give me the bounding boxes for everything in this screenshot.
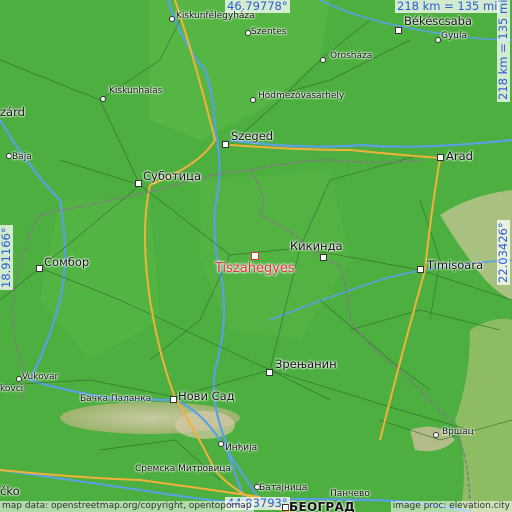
city-marker (266, 369, 273, 376)
attribution-map-data: map data: openstreetmap.org/copyright, o… (0, 501, 254, 512)
city-label-kikinda: Кикинда (290, 239, 343, 253)
city-marker (100, 96, 106, 102)
city-marker (433, 432, 439, 438)
city-marker (135, 180, 142, 187)
city-marker (250, 97, 256, 103)
city-label-timisoara: Timișoara (427, 258, 484, 272)
city-label-beograd: БЕОГРАД (289, 500, 356, 512)
city-marker (437, 154, 444, 161)
city-label-backapalanka: Бачка Паланка (80, 394, 152, 404)
scale-horizontal: 218 km = 135 mi (395, 0, 500, 13)
city-label-kiskunhalas: Kiskunhalas (109, 86, 163, 96)
city-marker (218, 441, 224, 447)
city-label-zrenjanin: Зрењанин (275, 357, 337, 371)
city-label-oroshaza: Orosháza (330, 51, 373, 61)
city-label-baja: Baja (12, 152, 32, 162)
city-label-gyula: Gyula (441, 31, 468, 41)
city-label-hodmezovasarhely: Hódmezővásárhely (258, 91, 345, 101)
city-marker (320, 254, 327, 261)
city-label-vukovar: Vukovar (22, 372, 59, 382)
city-marker (282, 504, 289, 511)
hills-fruska-gora (175, 411, 235, 439)
city-label-kiskunfelegyhaza: Kiskunfélegyháza (176, 11, 255, 21)
city-label-arad: Arad (446, 149, 473, 163)
city-label-szentes: Szentes (251, 27, 287, 37)
target-label[interactable]: Tiszahegyes (215, 262, 295, 275)
city-label-vrsac: Вршац (442, 427, 474, 437)
target-marker[interactable] (251, 252, 259, 260)
city-marker (222, 141, 229, 148)
city-label-sremskamitrovica: Сремска Митровица (135, 464, 231, 474)
city-label-bekescsaba: Békéscsaba (404, 14, 472, 28)
city-label-indjija: Инђија (225, 443, 258, 453)
city-label-novisad: Нови Сад (178, 389, 235, 403)
coordinate-right: 22.03426° (496, 220, 510, 285)
map-view[interactable]: 46.79778° 44.83793° 18.91166° 22.03426° … (0, 0, 512, 512)
city-marker (320, 57, 326, 63)
scale-vertical: 218 km = 135 mi (496, 0, 510, 102)
coordinate-left: 18.91166° (0, 225, 13, 290)
city-marker (36, 265, 43, 272)
city-marker (170, 396, 177, 403)
city-label-edge-left-top: zárd (0, 105, 25, 119)
city-label-subotica: Суботица (143, 169, 202, 183)
city-label-batajnica: Батајница (259, 483, 308, 493)
city-label-sombor: Сомбор (44, 255, 90, 269)
city-marker (417, 266, 424, 273)
attribution-image-proc: image proc: elevation.city (390, 501, 512, 512)
city-marker (169, 16, 175, 22)
city-marker (395, 27, 402, 34)
city-label-szeged: Szeged (231, 129, 274, 143)
city-label-pancevo: Панчево (330, 489, 370, 499)
city-label-edge-left-mid: kovci (0, 384, 24, 394)
city-label-edge-left-bottom: čko (0, 484, 20, 498)
